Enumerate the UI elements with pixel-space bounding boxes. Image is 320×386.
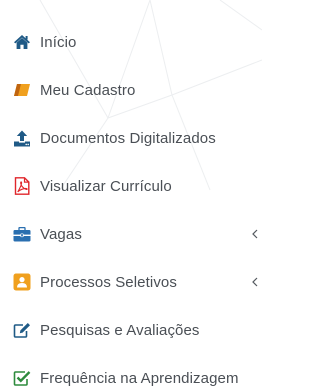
menu-item-label: Meu Cadastro — [40, 81, 136, 99]
eraser-icon — [13, 81, 31, 99]
chevron-left-icon — [252, 277, 258, 287]
menu-item-inicio[interactable]: Início — [0, 18, 262, 66]
home-icon — [13, 33, 31, 51]
chevron-left-icon — [252, 229, 258, 239]
menu-item-label: Vagas — [40, 225, 82, 243]
menu-item-label: Pesquisas e Avaliações — [40, 321, 200, 339]
briefcase-icon — [13, 225, 31, 243]
menu-item-label: Início — [40, 33, 77, 51]
pdf-file-icon — [13, 177, 31, 195]
user-badge-icon — [13, 273, 31, 291]
menu-item-processos-seletivos[interactable]: Processos Seletivos — [0, 258, 262, 306]
sidebar-menu: Início Meu Cadastro Documentos Digitaliz… — [0, 0, 262, 386]
menu-item-label: Documentos Digitalizados — [40, 129, 216, 147]
edit-icon — [13, 321, 31, 339]
menu-item-frequencia-aprendizagem[interactable]: Frequência na Aprendizagem — [0, 354, 262, 386]
menu-item-label: Visualizar Currículo — [40, 177, 172, 195]
menu-item-pesquisas-avaliacoes[interactable]: Pesquisas e Avaliações — [0, 306, 262, 354]
check-square-icon — [13, 369, 31, 386]
menu-item-meu-cadastro[interactable]: Meu Cadastro — [0, 66, 262, 114]
menu-item-visualizar-curriculo[interactable]: Visualizar Currículo — [0, 162, 262, 210]
menu-item-vagas[interactable]: Vagas — [0, 210, 262, 258]
menu-list: Início Meu Cadastro Documentos Digitaliz… — [0, 18, 262, 386]
menu-item-label: Processos Seletivos — [40, 273, 177, 291]
upload-icon — [13, 129, 31, 147]
menu-item-label: Frequência na Aprendizagem — [40, 369, 239, 386]
menu-item-documentos-digitalizados[interactable]: Documentos Digitalizados — [0, 114, 262, 162]
